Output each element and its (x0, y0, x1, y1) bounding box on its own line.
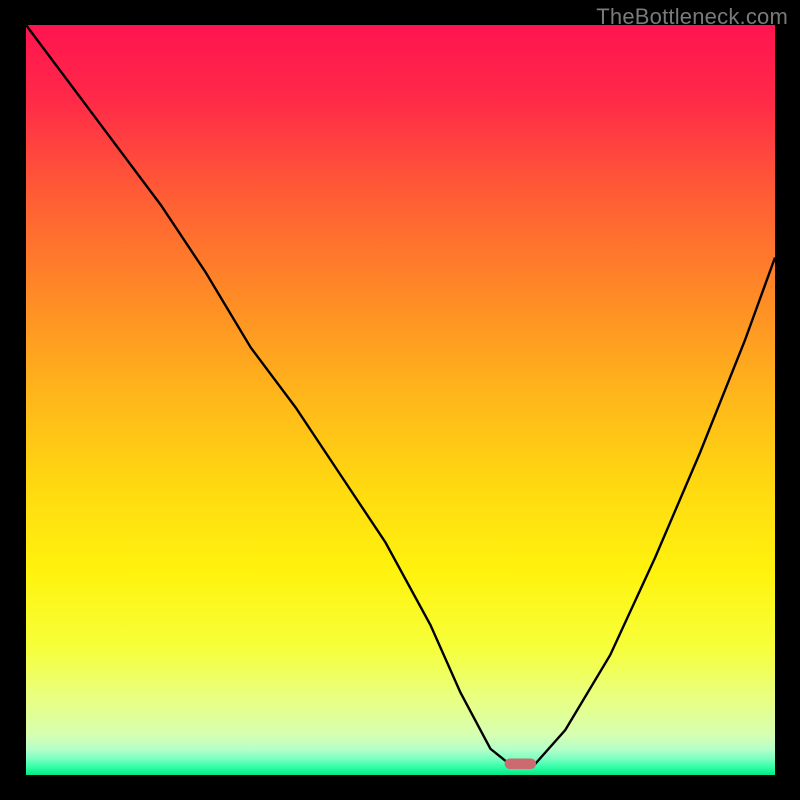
plot-background (26, 25, 775, 775)
bottleneck-chart: TheBottleneck.com (0, 0, 800, 800)
optimal-marker (505, 759, 536, 770)
watermark-text: TheBottleneck.com (596, 4, 788, 30)
chart-svg (0, 0, 800, 800)
